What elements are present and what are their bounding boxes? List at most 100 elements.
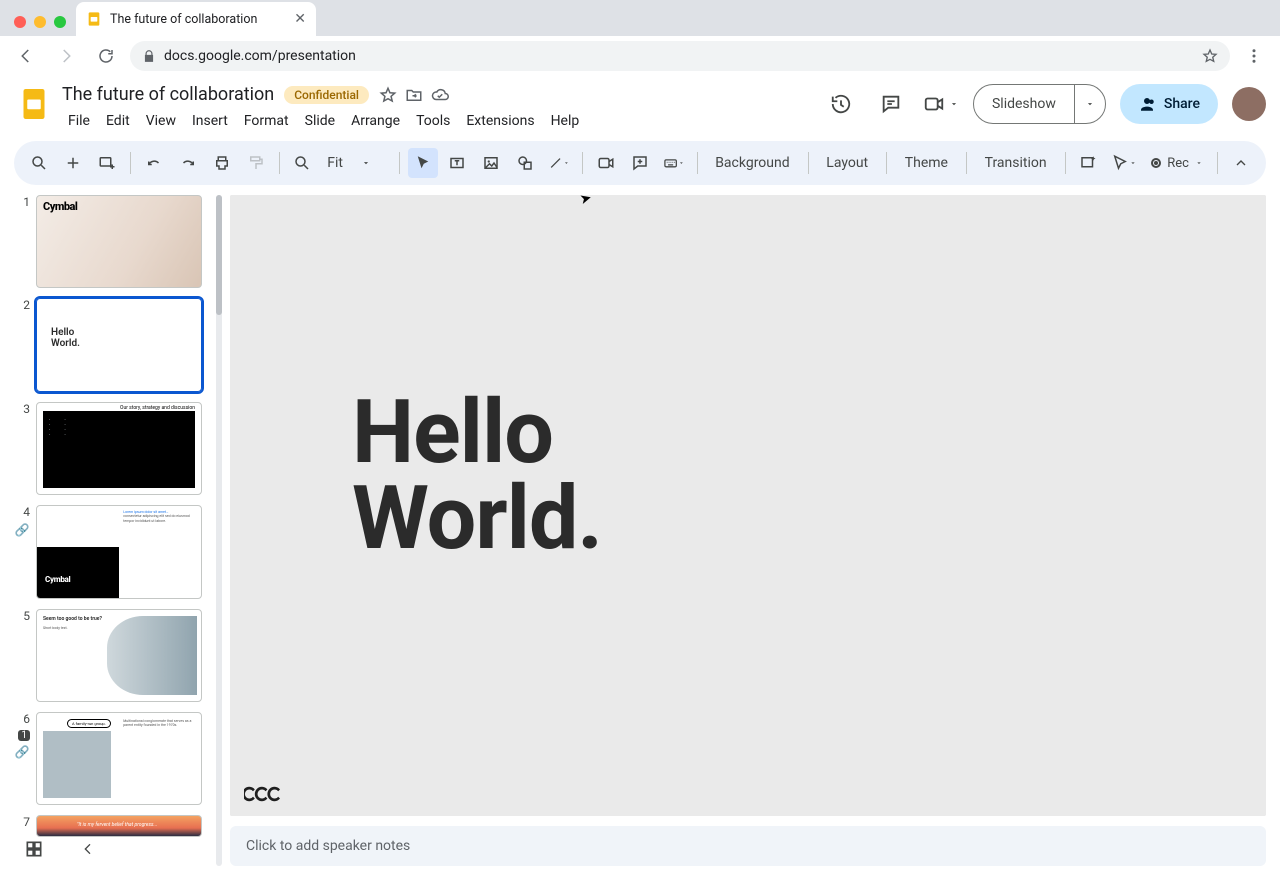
slide-thumb-5[interactable]: 5 Seem too good to be true?Short body te… — [14, 609, 202, 702]
meet-button[interactable] — [923, 86, 959, 122]
people-icon — [1138, 95, 1156, 113]
version-history-button[interactable] — [823, 86, 859, 122]
theme-button[interactable]: Theme — [895, 148, 958, 178]
new-slide-button[interactable] — [58, 148, 88, 178]
title-block: The future of collaboration Confidential… — [62, 84, 585, 133]
star-button[interactable] — [379, 86, 397, 104]
caret-down-icon — [1195, 159, 1203, 167]
slide-number: 2 — [14, 298, 30, 312]
speaker-notes-placeholder: Click to add speaker notes — [246, 838, 410, 854]
background-button[interactable]: Background — [705, 148, 799, 178]
pointer-menu-button[interactable] — [1107, 148, 1141, 178]
slide-number: 5 — [14, 609, 30, 623]
new-slide-with-layout-button[interactable] — [92, 148, 122, 178]
menu-tools[interactable]: Tools — [410, 109, 456, 133]
zoom-select[interactable]: Fit — [321, 155, 391, 171]
app-area: The future of collaboration Confidential… — [0, 76, 1280, 866]
caret-down-icon — [563, 159, 570, 167]
insert-shape-button[interactable] — [510, 148, 540, 178]
select-tool-button[interactable] — [408, 148, 438, 178]
zoom-icon — [293, 154, 311, 172]
slide-canvas[interactable]: ➤ Hello World. — [230, 195, 1266, 816]
docs-bar: The future of collaboration Confidential… — [0, 76, 1280, 133]
omnibox[interactable]: docs.google.com/presentation — [130, 41, 1230, 71]
thumb6-pill: A family-run group. — [67, 719, 111, 728]
tab-close-icon[interactable]: ✕ — [294, 11, 306, 27]
zoom-out-button[interactable] — [287, 148, 317, 178]
slides-logo-icon[interactable] — [14, 84, 54, 124]
menu-arrange[interactable]: Arrange — [345, 109, 406, 133]
menu-slide[interactable]: Slide — [299, 109, 341, 133]
grid-view-button[interactable] — [18, 833, 50, 865]
document-title[interactable]: The future of collaboration — [62, 84, 274, 105]
reload-icon — [97, 47, 115, 65]
redo-button[interactable] — [173, 148, 203, 178]
insert-video-button[interactable] — [591, 148, 621, 178]
grid-icon — [24, 839, 44, 859]
menu-format[interactable]: Format — [238, 109, 295, 133]
window-close-icon[interactable] — [14, 16, 26, 28]
tab-strip: The future of collaboration ✕ — [0, 0, 1280, 36]
window-zoom-icon[interactable] — [54, 16, 66, 28]
slide-thumb-4[interactable]: 4🔗 Lorem ipsum dolor sit amet…consectetu… — [14, 505, 202, 598]
bookmark-star-icon[interactable] — [1202, 48, 1218, 64]
input-tools-button[interactable] — [659, 148, 689, 178]
zoom-value: Fit — [327, 155, 343, 171]
sparkle-image-icon — [1079, 154, 1097, 172]
transition-button[interactable]: Transition — [975, 148, 1057, 178]
browser-chrome: The future of collaboration ✕ docs.googl… — [0, 0, 1280, 76]
textbox-button[interactable] — [442, 148, 472, 178]
kebab-icon — [1245, 47, 1263, 65]
search-menus-button[interactable] — [24, 148, 54, 178]
speaker-notes[interactable]: Click to add speaker notes — [230, 826, 1266, 866]
hide-menus-button[interactable] — [1226, 148, 1256, 178]
browser-menu-button[interactable] — [1238, 40, 1270, 72]
insert-comment-button[interactable] — [625, 148, 655, 178]
menu-file[interactable]: File — [62, 109, 96, 133]
layout-button[interactable]: Layout — [816, 148, 878, 178]
paint-format-button[interactable] — [241, 148, 271, 178]
search-icon — [30, 154, 48, 172]
link-icon: 🔗 — [14, 745, 30, 759]
caret-down-icon — [678, 159, 685, 167]
slide-thumb-3[interactable]: 3 Our story, strategy and discussion••••… — [14, 402, 202, 495]
slide-thumb-6[interactable]: 61🔗 A family-run group.Multinational con… — [14, 712, 202, 805]
forward-button[interactable] — [50, 40, 82, 72]
record-dot-icon — [1151, 158, 1161, 168]
slide-plus-icon — [98, 154, 116, 172]
browser-tab[interactable]: The future of collaboration ✕ — [76, 2, 316, 36]
film-strip[interactable]: 1 Cymbal 2 HelloWorld. 3 Our story, stra… — [14, 195, 208, 866]
filmstrip-scrollbar[interactable] — [216, 195, 222, 866]
thumb2-l2: World. — [51, 338, 80, 349]
slide-text[interactable]: Hello World. — [352, 390, 602, 562]
menu-insert[interactable]: Insert — [186, 109, 234, 133]
share-button[interactable]: Share — [1120, 84, 1218, 124]
menu-edit[interactable]: Edit — [100, 109, 136, 133]
cloud-check-icon — [431, 86, 449, 104]
undo-button[interactable] — [139, 148, 169, 178]
cloud-status-button[interactable] — [431, 86, 449, 104]
slide-thumb-2[interactable]: 2 HelloWorld. — [14, 298, 202, 391]
slideshow-button[interactable]: Slideshow — [973, 84, 1106, 124]
reload-button[interactable] — [90, 40, 122, 72]
menu-help[interactable]: Help — [545, 109, 586, 133]
menu-extensions[interactable]: Extensions — [460, 109, 540, 133]
back-button[interactable] — [10, 40, 42, 72]
confidential-badge[interactable]: Confidential — [284, 86, 369, 104]
account-avatar[interactable] — [1232, 87, 1266, 121]
collapse-filmstrip-button[interactable] — [72, 833, 104, 865]
menu-view[interactable]: View — [140, 109, 182, 133]
print-button[interactable] — [207, 148, 237, 178]
window-minimize-icon[interactable] — [34, 16, 46, 28]
record-button[interactable]: Rec — [1145, 156, 1209, 171]
insert-image-button[interactable] — [476, 148, 506, 178]
menu-bar: File Edit View Insert Format Slide Arran… — [62, 107, 585, 133]
slide-thumb-1[interactable]: 1 Cymbal — [14, 195, 202, 288]
comments-button[interactable] — [873, 86, 909, 122]
share-label: Share — [1164, 96, 1200, 112]
slideshow-dropdown[interactable] — [1074, 85, 1105, 123]
canvas-cursor-icon: ➤ — [578, 195, 593, 208]
insert-line-button[interactable] — [544, 148, 574, 178]
move-button[interactable] — [405, 86, 423, 104]
image-generate-button[interactable] — [1073, 148, 1103, 178]
